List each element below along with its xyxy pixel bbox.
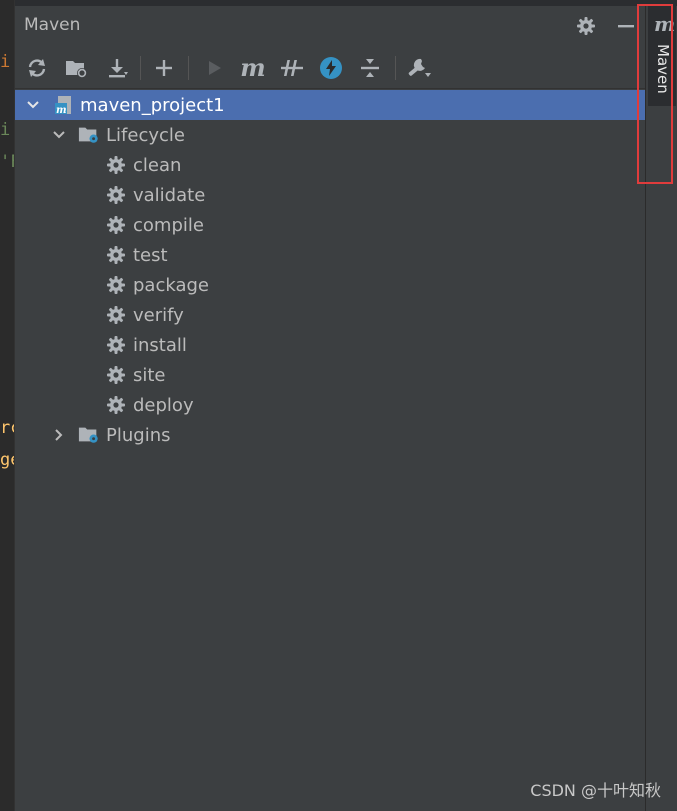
tree-item-goal[interactable]: validate [15, 180, 645, 210]
reload-button[interactable] [23, 54, 51, 82]
editor-fragment: i [0, 120, 11, 140]
tree-item-label: compile [133, 214, 204, 236]
gear-icon [105, 274, 127, 296]
maven-toolbar: m [15, 48, 645, 89]
reload-icon [28, 59, 46, 77]
chevron-right-icon[interactable] [51, 427, 67, 443]
tree-item-project[interactable]: m maven_project1 [15, 90, 645, 120]
gear-icon [105, 244, 127, 266]
tree-item-goal[interactable]: clean [15, 150, 645, 180]
collapse-all-icon [361, 59, 379, 77]
tree-item-label: site [133, 364, 166, 386]
tree-item-label: verify [133, 304, 184, 326]
tree-item-label: install [133, 334, 187, 356]
tree-item-plugins[interactable]: Plugins [15, 420, 645, 450]
maven-settings-button[interactable] [405, 54, 433, 82]
tree-item-goal[interactable]: verify [15, 300, 645, 330]
editor-fragment: ge [0, 450, 14, 470]
editor-fragment: rc [0, 418, 14, 438]
add-button[interactable] [150, 54, 178, 82]
tree-item-label: test [133, 244, 168, 266]
gear-icon [105, 214, 127, 236]
panel-minimize-button[interactable] [613, 13, 639, 39]
maven-tool-window: Maven m m maven_project1 Lifecycle clean… [15, 6, 645, 811]
gear-icon [105, 184, 127, 206]
toolbar-separator [140, 56, 141, 80]
tree-item-label: maven_project1 [80, 94, 225, 116]
settings-wrench-icon [408, 58, 431, 77]
tree-item-label: Lifecycle [106, 124, 185, 146]
run-button[interactable] [200, 54, 228, 82]
panel-settings-button[interactable] [573, 13, 599, 39]
skip-tests-icon [320, 57, 342, 79]
maven-goal-button[interactable]: m [239, 54, 267, 82]
download-button[interactable] [103, 54, 131, 82]
tree-item-label: deploy [133, 394, 194, 416]
skip-tests-button[interactable] [317, 54, 345, 82]
editor-fragment: i [0, 52, 11, 72]
toolbar-separator [188, 56, 189, 80]
tree-item-goal[interactable]: deploy [15, 390, 645, 420]
tree-item-label: Plugins [106, 424, 171, 446]
svg-text:m: m [56, 105, 67, 116]
toggle-offline-button[interactable] [278, 54, 306, 82]
tree-item-goal[interactable]: install [15, 330, 645, 360]
highlight-box [637, 4, 673, 184]
watermark: CSDN @十叶知秋 [530, 781, 661, 800]
toolbar-separator [395, 56, 396, 80]
gear-icon [105, 394, 127, 416]
gear-icon [105, 154, 127, 176]
tree-item-label: validate [133, 184, 206, 206]
maven-goal-icon: m [240, 53, 266, 82]
gear-icon [105, 304, 127, 326]
gear-icon [105, 364, 127, 386]
toggle-offline-icon [281, 60, 303, 76]
tree-item-label: clean [133, 154, 182, 176]
panel-title: Maven [24, 15, 81, 35]
tree-item-goal[interactable]: test [15, 240, 645, 270]
tree-item-goal[interactable]: compile [15, 210, 645, 240]
tree-item-lifecycle[interactable]: Lifecycle [15, 120, 645, 150]
panel-header: Maven [15, 6, 645, 44]
add-icon [156, 60, 172, 76]
gear-icon [577, 17, 595, 35]
gear-icon [105, 334, 127, 356]
folder-reload-button[interactable] [62, 54, 90, 82]
tree-item-goal[interactable]: package [15, 270, 645, 300]
chevron-down-icon[interactable] [25, 97, 41, 113]
collapse-all-button[interactable] [356, 54, 384, 82]
folder-gear-icon [78, 124, 100, 146]
tree-item-goal[interactable]: site [15, 360, 645, 390]
editor-strip: i i 'F rc ge [0, 0, 15, 811]
editor-fragment: 'F [0, 152, 14, 172]
folder-gear-icon [78, 424, 100, 446]
chevron-down-icon[interactable] [51, 127, 67, 143]
run-icon [209, 61, 221, 75]
minimize-icon [618, 25, 634, 28]
folder-reload-icon [66, 61, 87, 78]
tree-item-label: package [133, 274, 209, 296]
download-icon [109, 59, 128, 78]
maven-project-icon: m [52, 94, 74, 116]
